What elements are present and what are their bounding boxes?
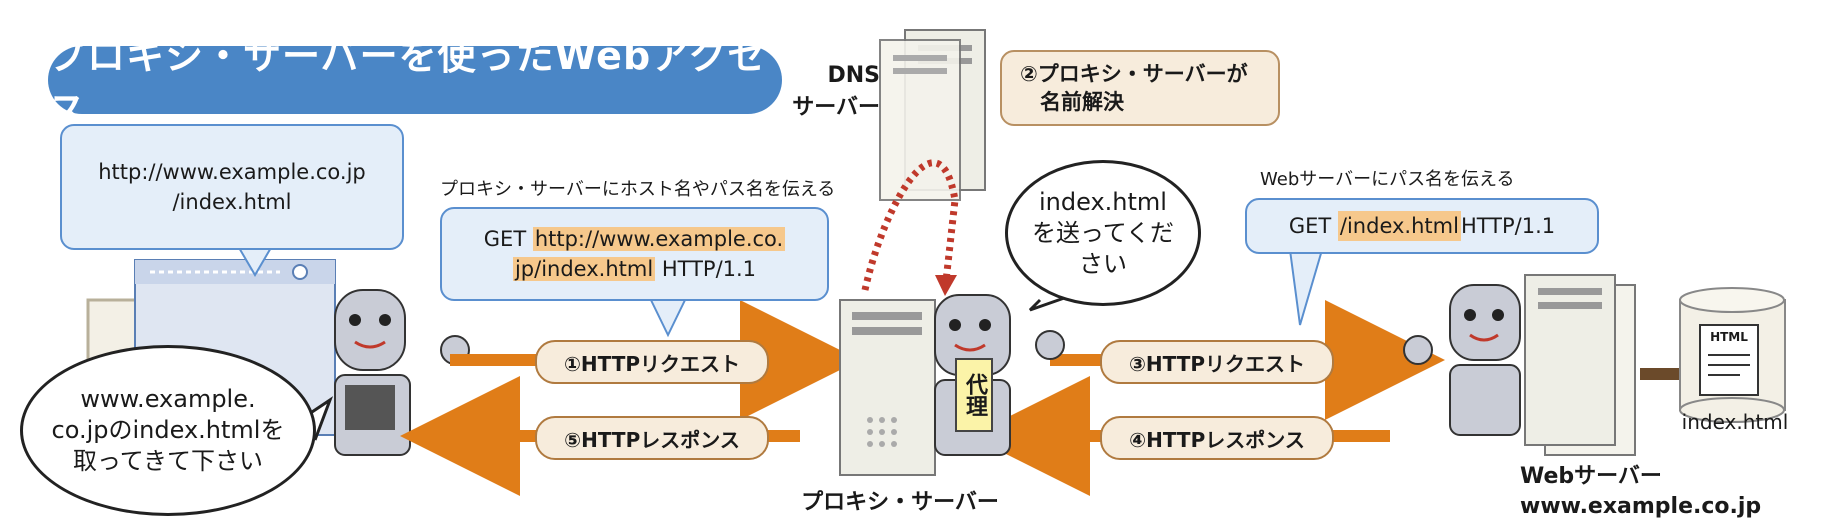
proxy-speech-line1: index.html (1039, 187, 1167, 216)
browser-url-line2: /index.html (172, 190, 292, 214)
request1-bubble: GET http://www.example.co. jp/index.html… (440, 207, 829, 301)
client-speech-line2: co.jpのindex.htmlを (51, 416, 285, 444)
client-robot-icon (334, 289, 470, 456)
proxy-speech-line2: を送ってくだ (1031, 218, 1175, 247)
dns-server-icon (879, 29, 986, 201)
web-server-label-line2: www.example.co.jp (1520, 494, 1762, 519)
client-speech-line3: 取ってきて下さい (72, 447, 264, 475)
step1-caption: プロキシ・サーバーにホスト名やパス名を伝える (440, 179, 836, 200)
dns-label: DNS サーバー (780, 60, 880, 124)
request2-path: /index.html (1337, 211, 1461, 241)
html-doc-label: HTML (1710, 330, 1748, 344)
label-http-request-3: ③HTTPリクエスト (1100, 340, 1334, 384)
step2-note: ②プロキシ・サーバーが 名前解決 (1000, 50, 1280, 126)
request1-suffix: HTTP/1.1 (655, 257, 757, 281)
client-speech-bubble: www.example. co.jpのindex.htmlを 取ってきて下さい (20, 345, 316, 516)
web-server-icon (1524, 274, 1636, 456)
web-server-label: Webサーバー www.example.co.jp (1520, 462, 1810, 522)
diagram-title: プロキシ・サーバーを使ったWebアクセス (48, 34, 782, 133)
dns-label-line2: サーバー (792, 95, 880, 120)
proxy-speech-line3: さい (1079, 249, 1127, 278)
request1-url-b: jp/index.html (512, 257, 656, 281)
label-http-response-5: ⑤HTTPレスポンス (535, 416, 769, 460)
step2-note-line1: ②プロキシ・サーバーが (1020, 62, 1248, 86)
proxy-server-label: プロキシ・サーバー (801, 490, 999, 515)
web-server-label-line1: Webサーバー (1520, 464, 1662, 489)
request2-bubble: GET /index.html HTTP/1.1 (1245, 198, 1599, 254)
web-robot-icon (1403, 284, 1521, 436)
request2-suffix: HTTP/1.1 (1460, 214, 1556, 238)
file-name-label: index.html (1681, 410, 1789, 434)
step3-caption: Webサーバーにパス名を伝える (1260, 169, 1515, 190)
client-speech-line1: www.example. (80, 385, 256, 413)
label-http-request-1: ①HTTPリクエスト (535, 340, 769, 384)
proxy-tag: 代理 (955, 358, 993, 432)
request1-prefix: GET (483, 227, 533, 251)
proxy-server-icon (839, 299, 936, 476)
request1-url-a: http://www.example.co. (532, 227, 786, 251)
dns-label-line1: DNS (827, 63, 880, 88)
proxy-speech-bubble: index.html を送ってくだ さい (1005, 160, 1201, 306)
proxy-tag-text: 代理 (962, 373, 987, 417)
storage-connector (1640, 368, 1680, 380)
browser-url-line1: http://www.example.co.jp (98, 160, 366, 184)
request2-prefix: GET (1288, 214, 1332, 238)
browser-url-bubble: http://www.example.co.jp /index.html (60, 124, 404, 250)
step2-note-line2: 名前解決 (1040, 90, 1124, 114)
label-http-response-4: ④HTTPレスポンス (1100, 416, 1334, 460)
